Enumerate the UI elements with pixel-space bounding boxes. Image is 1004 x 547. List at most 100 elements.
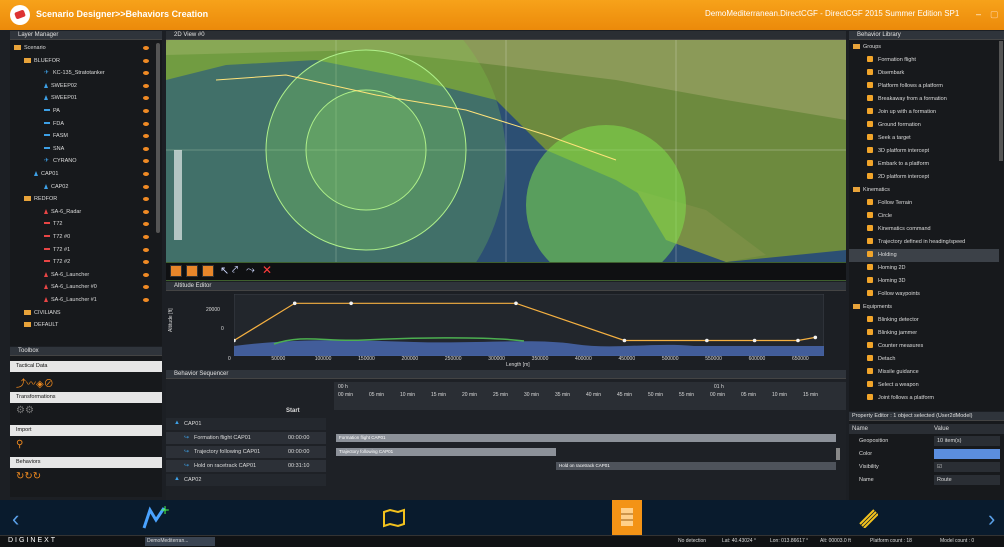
layer-item[interactable]: T72 <box>44 219 62 229</box>
layer-item[interactable]: SWEEP01 <box>44 93 77 103</box>
behavior-group[interactable]: Equipments <box>853 301 892 314</box>
behavior-item[interactable]: Breakaway from a formation <box>849 93 999 106</box>
behavior-item[interactable]: Seek a target <box>849 132 999 145</box>
behavior-item[interactable]: Homing 2D <box>849 262 999 275</box>
behavior-timeline-bar[interactable]: Trajectory following CAP01 <box>336 448 556 456</box>
tool-draw-icon[interactable]: ⤤ <box>232 264 238 277</box>
altitude-waypoint[interactable] <box>622 338 627 343</box>
behavior-item[interactable]: Missile guidance <box>849 366 999 379</box>
behavior-scrollbar[interactable] <box>999 41 1003 161</box>
layer-item[interactable]: Scenario <box>14 43 46 53</box>
visibility-eye-icon[interactable] <box>143 285 149 290</box>
visibility-eye-icon[interactable] <box>143 172 149 176</box>
visibility-eye-icon[interactable] <box>143 58 149 63</box>
visibility-eye-icon[interactable] <box>143 96 149 101</box>
sequencer-tab-button[interactable] <box>612 500 642 535</box>
visibility-eye-icon[interactable] <box>143 109 149 113</box>
behavior-item[interactable]: Embark to a platform <box>849 158 999 171</box>
toolbox-section-behaviors[interactable]: Behaviors <box>10 457 162 468</box>
transformation-icons[interactable]: ⚙⚙ <box>16 405 34 416</box>
terrain-map[interactable] <box>166 40 846 262</box>
sequencer-start-time[interactable]: 00:00:00 <box>288 449 309 455</box>
layer-item[interactable]: FDA <box>44 119 64 129</box>
property-value[interactable] <box>934 449 1000 459</box>
behavior-item[interactable]: Disembark <box>849 67 999 80</box>
behavior-item[interactable]: Follow waypoints <box>849 288 999 301</box>
layer-item[interactable]: CAP02 <box>44 182 68 192</box>
tool-grid-icon[interactable] <box>202 265 214 277</box>
layer-item[interactable]: SA-6_Launcher #1 <box>44 295 97 305</box>
behavior-item[interactable]: Detach <box>849 353 999 366</box>
layer-item[interactable]: SA-6_Launcher #0 <box>44 282 97 292</box>
behavior-item[interactable]: 3D platform intercept <box>849 145 999 158</box>
property-value[interactable]: ☑ <box>934 462 1000 472</box>
altitude-waypoint[interactable] <box>752 338 757 343</box>
toolbox-section-tactical-data[interactable]: Tactical Data <box>10 361 162 372</box>
visibility-eye-icon[interactable] <box>143 146 149 151</box>
visibility-eye-icon[interactable] <box>143 298 149 302</box>
behavior-group[interactable]: Groups <box>853 41 881 54</box>
layer-item[interactable]: CAP01 <box>34 169 58 179</box>
sequencer-scrollbar[interactable] <box>836 448 840 460</box>
property-value[interactable]: 10 item(s) <box>934 436 1000 446</box>
close-icon[interactable]: ▢ <box>990 9 999 20</box>
sequencer-start-time[interactable]: 00:31:10 <box>288 463 309 469</box>
layer-item[interactable]: SWEEP02 <box>44 81 77 91</box>
behavior-item[interactable]: Trajectory defined in heading/speed <box>849 236 999 249</box>
visibility-eye-icon[interactable] <box>143 159 149 164</box>
behavior-item[interactable]: Blinking detector <box>849 314 999 327</box>
layer-item[interactable]: DEFAULT <box>24 320 58 330</box>
behavior-item[interactable]: Ground formation <box>849 119 999 132</box>
visibility-eye-icon[interactable] <box>143 209 149 214</box>
layer-item[interactable]: CIVILIANS <box>24 308 61 318</box>
altitude-waypoint[interactable] <box>514 301 518 306</box>
behaviors-icons[interactable]: ↻↻↻ <box>16 471 41 482</box>
behavior-item[interactable]: Circle <box>849 210 999 223</box>
map-icon[interactable] <box>382 508 406 528</box>
visibility-eye-icon[interactable] <box>143 134 149 139</box>
layer-item[interactable]: T72 #2 <box>44 257 70 267</box>
visibility-eye-icon[interactable] <box>143 247 149 252</box>
taskbar-item[interactable]: DemoMediterran... <box>145 537 215 546</box>
tool-select-icon[interactable]: ↖ <box>220 264 229 277</box>
behavior-timeline-bar[interactable]: Hold on racetrack CAP01 <box>556 462 836 470</box>
behavior-item[interactable]: Joint follows a platform <box>849 392 999 405</box>
altitude-waypoint[interactable] <box>349 301 353 306</box>
behavior-item[interactable]: Homing 3D <box>849 275 999 288</box>
visibility-eye-icon[interactable] <box>143 272 149 277</box>
minimize-icon[interactable]: – <box>976 9 981 19</box>
altitude-chart[interactable] <box>234 294 824 356</box>
visibility-eye-icon[interactable] <box>143 46 149 50</box>
add-waypoint-icon[interactable]: + <box>142 504 170 530</box>
behavior-timeline-bar[interactable]: Formation flight CAP01 <box>336 434 836 442</box>
nav-previous-icon[interactable]: ‹ <box>12 506 19 532</box>
layer-item[interactable]: BLUEFOR <box>24 56 60 66</box>
visibility-eye-icon[interactable] <box>143 184 149 189</box>
behavior-group[interactable]: Kinematics <box>853 184 890 197</box>
nav-next-icon[interactable]: › <box>988 506 995 532</box>
visibility-eye-icon[interactable] <box>143 197 149 202</box>
visibility-eye-icon[interactable] <box>143 83 149 88</box>
layer-item[interactable]: SA-6_Launcher <box>44 270 89 280</box>
behavior-item[interactable]: Formation flight <box>849 54 999 67</box>
import-icon[interactable]: ⚲ <box>16 439 23 450</box>
altitude-waypoint[interactable] <box>796 338 800 343</box>
behavior-item[interactable]: Holding <box>849 249 999 262</box>
tool-delete-icon[interactable]: ✕ <box>262 263 272 277</box>
map-2d-view[interactable]: 2D View #0 <box>166 31 846 281</box>
tactical-data-icons[interactable]: ⤴〰◈⊘ <box>16 375 54 390</box>
tool-layers-icon[interactable] <box>170 265 182 277</box>
layer-item[interactable]: SNA <box>44 144 64 154</box>
visibility-eye-icon[interactable] <box>143 235 149 239</box>
visibility-eye-icon[interactable] <box>143 260 149 265</box>
behavior-item[interactable]: Blinking jammer <box>849 327 999 340</box>
altitude-waypoint[interactable] <box>705 338 709 343</box>
layer-item[interactable]: ✈ CYRANO <box>44 156 77 166</box>
toolbox-section-import[interactable]: Import <box>10 425 162 436</box>
toolbox-section-transformations[interactable]: Transformations <box>10 392 162 403</box>
behavior-item[interactable]: Join up with a formation <box>849 106 999 119</box>
behavior-item[interactable]: 2D platform intercept <box>849 171 999 184</box>
visibility-eye-icon[interactable] <box>143 71 149 76</box>
layer-scrollbar[interactable] <box>156 43 160 233</box>
property-value[interactable]: Route <box>934 475 1000 485</box>
